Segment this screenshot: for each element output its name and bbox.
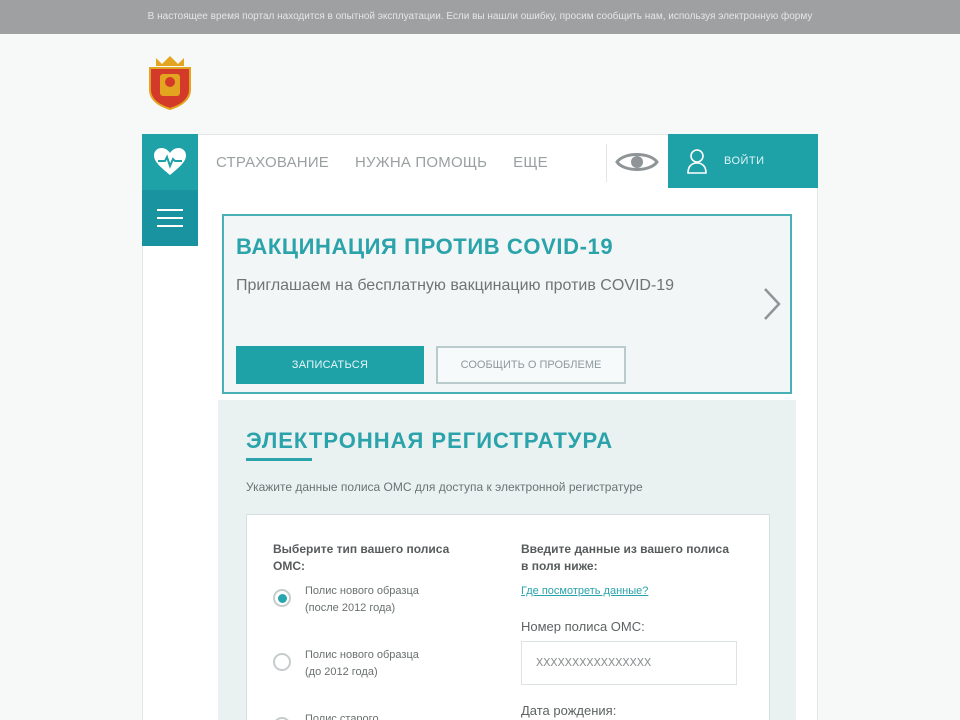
radio-button[interactable] <box>273 589 291 607</box>
user-icon <box>687 149 707 174</box>
accessibility-eye-button[interactable] <box>612 144 662 180</box>
radio-policy-old[interactable]: Полис старого <box>273 711 425 720</box>
registry-hint: Укажите данные полиса ОМС для доступа к … <box>246 480 643 494</box>
login-label: ВОЙТИ <box>724 155 765 167</box>
signup-button[interactable]: ЗАПИСАТЬСЯ <box>236 346 424 384</box>
covid-title: ВАКЦИНАЦИЯ ПРОТИВ COVID-19 <box>236 234 614 259</box>
policy-number-label: Номер полиса ОМС: <box>521 619 645 634</box>
covid-banner: ВАКЦИНАЦИЯ ПРОТИВ COVID-19 Приглашаем на… <box>222 214 792 394</box>
birth-date-label: Дата рождения: <box>521 703 617 718</box>
hamburger-icon <box>157 203 183 233</box>
radio-button[interactable] <box>273 653 291 671</box>
registry-title: ЭЛЕКТРОННАЯ РЕГИСТРАТУРА <box>246 428 614 453</box>
nav-item-need-help[interactable]: НУЖНА ПОМОЩЬ <box>355 154 487 171</box>
nav-item-insurance[interactable]: СТРАХОВАНИЕ <box>216 154 329 171</box>
heart-pulse-icon <box>154 148 186 175</box>
top-nav: СТРАХОВАНИЕ НУЖНА ПОМОЩЬ ЕЩЕ <box>216 134 548 190</box>
menu-button[interactable] <box>142 190 198 246</box>
radio-policy-new-after-2012[interactable]: Полис нового образца (после 2012 года) <box>273 583 425 617</box>
policy-number-input[interactable]: XXXXXXXXXXXXXXXX <box>521 641 737 685</box>
policy-form: Выберите тип вашего полиса ОМС: Полис но… <box>246 514 770 720</box>
title-underline <box>246 458 312 461</box>
policy-type-title: Выберите тип вашего полиса ОМС: <box>273 542 450 573</box>
eye-icon <box>615 153 659 171</box>
radio-label: Полис нового образца (до 2012 года) <box>305 649 419 678</box>
policy-data-title: Введите данные из вашего полиса в поля н… <box>521 542 730 573</box>
nav-item-more[interactable]: ЕЩЕ <box>513 154 548 171</box>
login-button[interactable]: ВОЙТИ <box>668 134 818 188</box>
report-problem-button[interactable]: СООБЩИТЬ О ПРОБЛЕМЕ <box>436 346 626 384</box>
covid-text: Приглашаем на бесплатную вакцинацию прот… <box>236 277 675 294</box>
coat-of-arms-logo <box>149 56 191 110</box>
notice-bar: В настоящее время портал находится в опы… <box>0 0 960 34</box>
nav-divider <box>606 144 607 182</box>
home-heart-button[interactable] <box>142 134 198 190</box>
where-to-find-link[interactable]: Где посмотреть данные? <box>521 585 648 597</box>
chevron-right-icon[interactable] <box>760 286 784 322</box>
radio-policy-new-before-2012[interactable]: Полис нового образца (до 2012 года) <box>273 647 425 681</box>
radio-label: Полис старого <box>305 713 379 720</box>
radio-label: Полис нового образца (после 2012 года) <box>305 585 419 614</box>
